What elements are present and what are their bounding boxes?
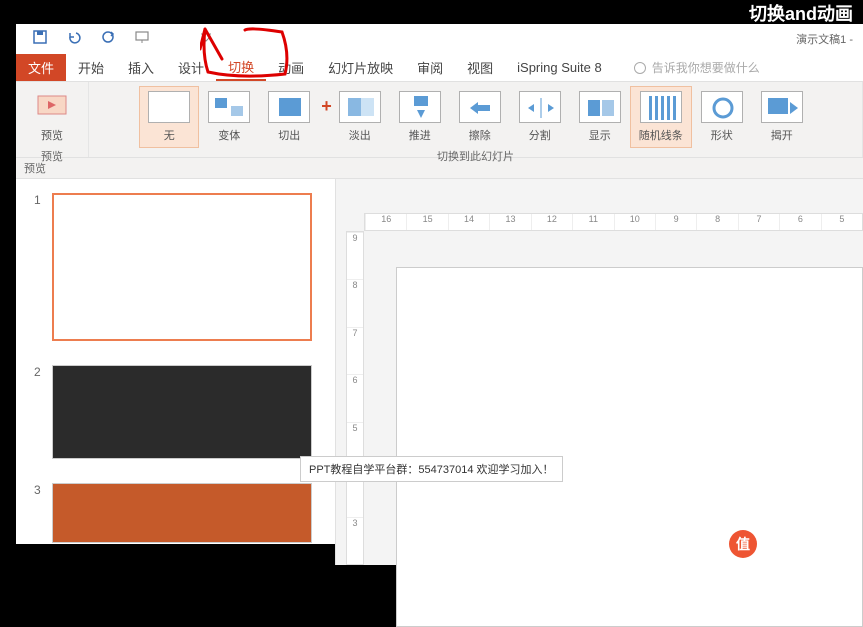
tab-view[interactable]: 视图 (455, 54, 505, 81)
tab-transition[interactable]: 切换 (216, 54, 266, 81)
slide-thumb-3[interactable]: 3 (34, 483, 317, 543)
slide-number-2: 2 (34, 365, 44, 459)
overlay-text-1: 切换and动画 (749, 0, 853, 26)
tab-animation[interactable]: 动画 (266, 54, 316, 81)
redo-icon[interactable] (100, 29, 116, 50)
transition-shape[interactable]: 形状 (692, 86, 752, 148)
slide-editor[interactable] (396, 267, 863, 627)
transition-random-label: 随机线条 (639, 127, 683, 143)
transition-reveal[interactable]: 显示 (570, 86, 630, 148)
transition-uncover[interactable]: 揭开 (752, 86, 812, 148)
transition-reveal-label: 显示 (589, 127, 611, 143)
ribbon-tabs: 文件 开始 插入 设计 切换 动画 幻灯片放映 审阅 视图 iSpring Su… (16, 54, 863, 82)
undo-icon[interactable] (66, 29, 82, 50)
quick-access-toolbar: 演示文稿1 - (16, 24, 863, 54)
plus-annotation: + (321, 96, 332, 117)
transition-morph-label: 变体 (218, 127, 240, 143)
slide-number-3: 3 (34, 483, 44, 543)
bulb-icon (634, 62, 646, 74)
document-title: 演示文稿1 - (796, 31, 853, 47)
transition-push[interactable]: 推进 (390, 86, 450, 148)
tooltip: PPT教程自学平台群：554737014 欢迎学习加入！ (300, 456, 563, 482)
tab-design[interactable]: 设计 (166, 54, 216, 81)
transition-wipe-label: 擦除 (469, 127, 491, 143)
tab-insert[interactable]: 插入 (116, 54, 166, 81)
preview-button[interactable]: 预览 (22, 86, 82, 148)
transition-uncover-label: 揭开 (771, 127, 793, 143)
tab-file[interactable]: 文件 (16, 54, 66, 81)
preview-label: 预览 (41, 127, 63, 143)
slide-thumb-1[interactable]: 1 (34, 193, 317, 341)
slideshow-icon[interactable] (134, 29, 150, 50)
qat-dropdown-icon[interactable] (198, 29, 214, 50)
slide-number-1: 1 (34, 193, 44, 341)
tell-me-search[interactable]: 告诉我你想要做什么 (634, 54, 760, 81)
tab-slideshow[interactable]: 幻灯片放映 (316, 54, 405, 81)
transition-split-label: 分割 (529, 127, 551, 143)
slide-thumb-2[interactable]: 2 (34, 365, 317, 459)
vertical-ruler: 9876543 (346, 231, 364, 565)
transition-push-label: 推进 (409, 127, 431, 143)
transition-random-bars[interactable]: 随机线条 (630, 86, 692, 148)
watermark-icon: 值 (729, 530, 757, 558)
transition-fade[interactable]: 淡出 (330, 86, 390, 148)
transition-wipe[interactable]: 擦除 (450, 86, 510, 148)
tab-start[interactable]: 开始 (66, 54, 116, 81)
tell-me-placeholder: 告诉我你想要做什么 (652, 59, 760, 76)
ribbon: 预览 预览 无 变体 切出 + 淡出 推进 擦除 分割 显示 随机线条 形状 揭… (16, 82, 863, 158)
horizontal-ruler: 1615141312111098765 (364, 213, 863, 231)
tab-review[interactable]: 审阅 (405, 54, 455, 81)
transition-shape-label: 形状 (711, 127, 733, 143)
transition-fade-label: 淡出 (349, 127, 371, 143)
transition-none-label: 无 (164, 127, 175, 143)
watermark-text: 什么值得买 (763, 531, 853, 557)
transition-morph[interactable]: 变体 (199, 86, 259, 148)
watermark: 值 什么值得买 (729, 530, 853, 558)
slide-3-preview (52, 483, 312, 543)
group-transitions: 无 变体 切出 + 淡出 推进 擦除 分割 显示 随机线条 形状 揭开 切换到此… (89, 82, 863, 157)
slide-1-preview (52, 193, 312, 341)
slide-2-preview (52, 365, 312, 459)
save-icon[interactable] (32, 29, 48, 50)
workspace: 1 2 3 1615141312111098765 9876543 (16, 179, 863, 565)
group-preview: 预览 预览 (16, 82, 89, 157)
transition-cut[interactable]: 切出 (259, 86, 319, 148)
slide-panel[interactable]: 1 2 3 (16, 179, 336, 565)
tab-ispring[interactable]: iSpring Suite 8 (505, 54, 614, 81)
transition-split[interactable]: 分割 (510, 86, 570, 148)
transition-cut-label: 切出 (278, 127, 300, 143)
slide-canvas[interactable]: 1615141312111098765 9876543 (336, 179, 863, 565)
group-label-transitions: 切换到此幻灯片 (437, 148, 514, 166)
transition-none[interactable]: 无 (139, 86, 199, 148)
